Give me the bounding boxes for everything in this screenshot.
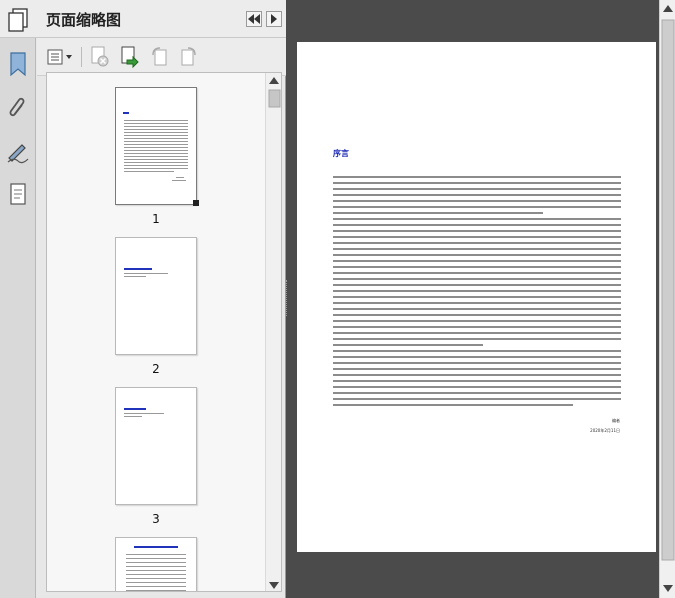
thumbnail-scrollbar[interactable]: [265, 73, 281, 591]
page-heading: 序言: [333, 148, 349, 158]
attachment-icon[interactable]: [4, 94, 32, 122]
panel-header: 页面缩略图: [0, 0, 286, 38]
rotate-right-icon[interactable]: [177, 46, 199, 68]
rotate-left-icon[interactable]: [149, 46, 171, 68]
nav-icon-strip: [0, 38, 36, 598]
options-menu-icon[interactable]: [47, 46, 75, 68]
page-thumbnail[interactable]: [115, 237, 197, 355]
page-thumbnail[interactable]: [115, 537, 197, 591]
insert-page-icon[interactable]: [119, 46, 141, 68]
thumbnail-page-number: 2: [152, 362, 160, 376]
collapse-panel-button[interactable]: [246, 11, 262, 27]
document-scrollbar[interactable]: [659, 0, 675, 598]
pages-panel-icon: [6, 6, 32, 36]
signature-icon[interactable]: [4, 138, 32, 166]
navigation-panel: 页面缩略图 1 2 3: [0, 0, 286, 598]
page-content-icon[interactable]: [4, 180, 32, 208]
thumbnail-toolbar: [37, 38, 286, 76]
delete-page-icon[interactable]: [89, 46, 111, 68]
page-thumbnail[interactable]: [115, 87, 197, 205]
signature-name: 编者: [612, 418, 620, 423]
signature-date: 2020年2月11日: [590, 428, 620, 433]
expand-panel-button[interactable]: [266, 11, 282, 27]
bookmark-icon[interactable]: [4, 50, 32, 78]
thumbnail-page-number: 3: [152, 512, 160, 526]
document-page: 序言 编者 2020年2月11日: [297, 42, 656, 552]
panel-title: 页面缩略图: [46, 11, 122, 29]
page-thumbnail[interactable]: [115, 387, 197, 505]
document-view[interactable]: 序言 编者 2020年2月11日: [287, 0, 675, 598]
thumbnail-page-number: 1: [152, 212, 160, 226]
thumbnail-list[interactable]: 1 2 3: [46, 72, 282, 592]
